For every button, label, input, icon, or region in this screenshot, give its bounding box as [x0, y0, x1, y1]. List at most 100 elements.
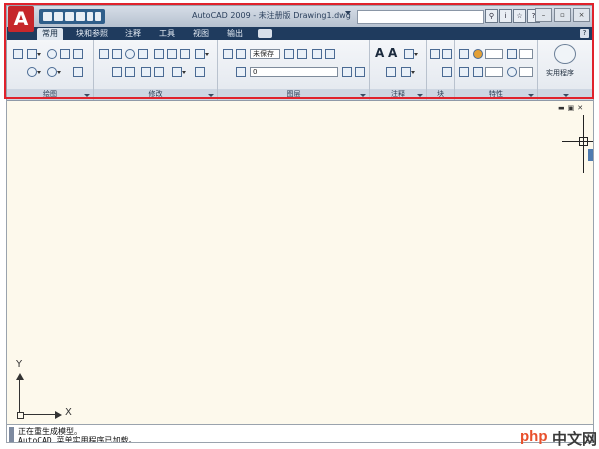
color-combo[interactable]	[485, 49, 503, 59]
panel-expand-icon[interactable]	[84, 94, 90, 97]
panel-title-properties: 特性	[455, 89, 537, 100]
list-icon[interactable]	[459, 67, 469, 77]
restore-button[interactable]: ▫	[554, 8, 571, 22]
ucs-origin-box	[17, 412, 24, 419]
array-icon[interactable]	[167, 49, 177, 59]
layer-match-icon[interactable]	[284, 49, 294, 59]
color-icon[interactable]	[473, 49, 483, 59]
mirror-icon[interactable]	[180, 49, 190, 59]
ucs-y-label: Y	[16, 359, 23, 370]
line-icon[interactable]	[13, 49, 23, 59]
magnifier-icon[interactable]	[554, 44, 576, 64]
panel-expand-icon[interactable]	[208, 94, 214, 97]
tab-blocks-references[interactable]: 块和参照	[71, 28, 113, 40]
print-icon[interactable]	[76, 12, 85, 21]
erase-icon[interactable]	[112, 67, 122, 77]
side-palette-tab[interactable]	[588, 149, 593, 161]
layer-previous-icon[interactable]	[297, 49, 307, 59]
lineweight-icon[interactable]	[507, 49, 517, 59]
command-line[interactable]: 正在重生成模型。 AutoCAD 菜单实用程序已加载。	[7, 424, 593, 442]
panel-expand-icon[interactable]	[360, 94, 366, 97]
save-icon[interactable]	[65, 12, 74, 21]
panel-title-layers: 图层	[218, 89, 369, 100]
viewport-minimize-icon[interactable]: ▬	[558, 104, 565, 112]
trim-icon[interactable]	[141, 67, 151, 77]
title-bar: AutoCAD 2009 - 未注册版 Drawing1.dwg ⚲ i ☆ ?…	[7, 6, 593, 27]
fillet-icon[interactable]	[172, 67, 186, 77]
layer-state-combo[interactable]: 未保存	[250, 49, 280, 59]
layer-unisolate-icon[interactable]	[325, 49, 335, 59]
dimension-icon[interactable]	[404, 49, 418, 59]
linetype-icon[interactable]	[473, 67, 483, 77]
plot-style-combo[interactable]	[519, 67, 533, 77]
ribbon-tabs: 常用 块和参照 注释 工具 视图 输出 ?	[7, 27, 593, 40]
linetype-combo[interactable]	[485, 67, 503, 77]
tab-output[interactable]: 输出	[222, 28, 248, 40]
minimize-button[interactable]: –	[535, 8, 552, 22]
new-icon[interactable]	[43, 12, 52, 21]
leader-icon[interactable]	[401, 67, 415, 77]
panel-expand-icon[interactable]	[528, 94, 534, 97]
offset-icon[interactable]	[195, 49, 209, 59]
stretch-icon[interactable]	[154, 49, 164, 59]
layer-isolate-icon[interactable]	[312, 49, 322, 59]
match-properties-icon[interactable]	[459, 49, 469, 59]
undo-icon[interactable]	[87, 12, 93, 21]
polyline-icon[interactable]	[27, 49, 41, 59]
star-icon[interactable]: ☆	[513, 9, 526, 23]
search-icon[interactable]: ⚲	[485, 9, 498, 23]
title-dropdown-icon[interactable]	[345, 11, 351, 17]
tab-tools[interactable]: 工具	[154, 28, 180, 40]
copy-icon[interactable]	[112, 49, 122, 59]
tab-home[interactable]: 常用	[37, 28, 63, 40]
explode-icon[interactable]	[125, 67, 135, 77]
single-line-text-icon[interactable]: A	[388, 46, 397, 60]
crosshair-pickbox	[579, 137, 588, 146]
ribbon-minimize-icon[interactable]	[258, 29, 272, 38]
layer-current-icon[interactable]	[236, 67, 246, 77]
layer-state-icon[interactable]	[236, 49, 246, 59]
command-line-handle[interactable]	[9, 427, 14, 442]
move-icon[interactable]	[99, 49, 109, 59]
viewport-restore-icon[interactable]: ▣	[568, 104, 575, 112]
polygon-icon[interactable]	[60, 49, 70, 59]
panel-properties: 特性	[455, 40, 538, 100]
panel-layers: 未保存 0 图层	[218, 40, 370, 100]
redo-icon[interactable]	[95, 12, 101, 21]
table-icon[interactable]	[386, 67, 396, 77]
create-block-icon[interactable]	[442, 49, 452, 59]
rotate-icon[interactable]	[125, 49, 135, 59]
search-input[interactable]	[357, 10, 484, 24]
application-menu-logo[interactable]: A	[8, 6, 34, 32]
tab-annotate[interactable]: 注释	[120, 28, 146, 40]
layer-combo[interactable]: 0	[250, 67, 338, 77]
plot-style-icon[interactable]	[507, 67, 517, 77]
insert-block-icon[interactable]	[430, 49, 440, 59]
ucs-x-label: X	[65, 407, 72, 418]
lineweight-combo[interactable]	[519, 49, 533, 59]
circle-icon[interactable]	[27, 67, 41, 77]
utilities-label[interactable]: 实用程序	[546, 68, 574, 78]
close-button[interactable]: ×	[573, 8, 590, 22]
rectangle-icon[interactable]	[73, 49, 83, 59]
extend-icon[interactable]	[154, 67, 164, 77]
viewport-maximize-icon[interactable]: ✕	[577, 104, 583, 112]
ribbon-help-icon[interactable]: ?	[580, 29, 589, 38]
info-icon[interactable]: i	[499, 9, 512, 23]
block-attribute-icon[interactable]	[442, 67, 452, 77]
ucs-x-axis	[19, 414, 55, 415]
arc-icon[interactable]	[47, 49, 57, 59]
panel-expand-icon[interactable]	[417, 94, 423, 97]
chamfer-icon[interactable]	[195, 67, 205, 77]
layer-off-icon[interactable]	[355, 67, 365, 77]
scale-icon[interactable]	[138, 49, 148, 59]
open-icon[interactable]	[54, 12, 63, 21]
layer-properties-icon[interactable]	[223, 49, 233, 59]
drawing-area[interactable]: ▬ ▣ ✕ Y X	[7, 101, 593, 424]
layer-freeze-icon[interactable]	[342, 67, 352, 77]
panel-expand-icon[interactable]	[563, 94, 569, 97]
multiline-text-icon[interactable]: A	[375, 46, 384, 60]
ellipse-icon[interactable]	[47, 67, 61, 77]
tab-view[interactable]: 视图	[188, 28, 214, 40]
hatch-icon[interactable]	[73, 67, 83, 77]
